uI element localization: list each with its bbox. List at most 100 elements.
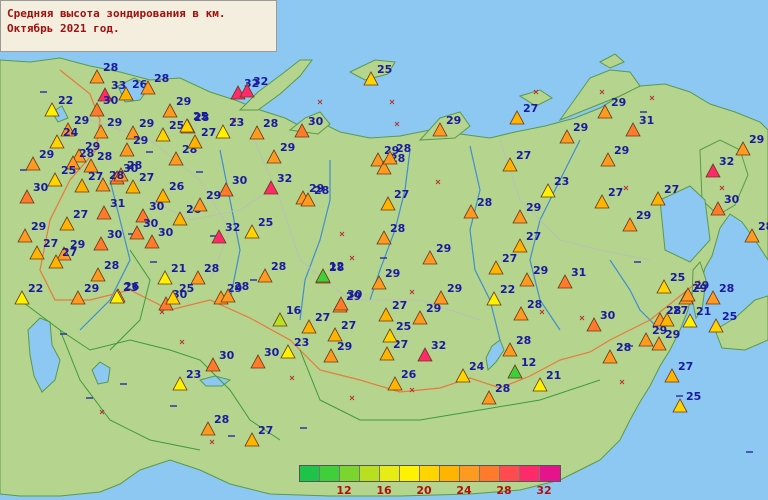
legend-swatch [540, 466, 560, 481]
station-value-label: 27 [315, 311, 330, 324]
station-value-label: 28 [204, 262, 219, 275]
station-value-label: 26 [401, 368, 417, 381]
station-value-label: 25 [377, 63, 392, 76]
station-value-label: 22 [58, 94, 73, 107]
station-value-label: 30 [724, 193, 740, 206]
station-value-label: 32 [431, 339, 446, 352]
station-value-label: 29 [337, 340, 352, 353]
station-value-label: 29 [665, 328, 680, 341]
station-value-label: 12 [329, 260, 344, 273]
station-value-label: 30 [600, 309, 616, 322]
map-subtitle: Октябрь 2021 год. [7, 22, 120, 35]
station-value-label: 30 [33, 181, 49, 194]
legend-swatch [500, 466, 520, 481]
station-value-label: 24 [469, 360, 485, 373]
station-value-label: 27 [394, 188, 409, 201]
station-value-label: 28 [719, 282, 734, 295]
legend-swatch [480, 466, 500, 481]
legend-color-scale [299, 465, 561, 482]
legend-swatch [440, 466, 460, 481]
legend-swatch [300, 466, 320, 481]
station-value-label: 28 [271, 260, 286, 273]
station-value-label: 32 [253, 75, 268, 88]
station-value-label: 27 [516, 149, 531, 162]
map-title: Средняя высота зондирования в км. [7, 7, 226, 20]
station-value-label: 25 [722, 310, 737, 323]
map-title-box: Средняя высота зондирования в км. Октябр… [0, 0, 277, 52]
station-value-label: 29 [446, 114, 461, 127]
station-value-label: 28 [104, 259, 119, 272]
legend-swatch [520, 466, 540, 481]
station-value-label: 28 [516, 334, 531, 347]
station-value-label: 25 [61, 164, 76, 177]
station-value-label: 27 [523, 102, 538, 115]
station-value-label: 30 [158, 226, 174, 239]
legend-swatch [340, 466, 360, 481]
station-value-label: 25 [670, 271, 685, 284]
station-value-label: 21 [546, 369, 561, 382]
legend-swatch [400, 466, 420, 481]
station-value-label: 31 [110, 197, 125, 210]
legend-tick-label: 16 [376, 484, 392, 497]
station-value-label: 27 [664, 183, 679, 196]
legend-tick-label: 12 [336, 484, 352, 497]
station-value-label: 28 [263, 117, 278, 130]
station-value-label: 28 [97, 150, 112, 163]
station-value-label: 24 [63, 126, 79, 139]
station-value-label: 29 [436, 242, 451, 255]
station-value-label: 25 [686, 390, 701, 403]
legend-swatch [360, 466, 380, 481]
station-value-label: 23 [294, 336, 309, 349]
station-value-label: 23 [229, 116, 244, 129]
legend-tick-label: 20 [416, 484, 432, 497]
station-value-label: 29 [573, 121, 588, 134]
station-value-label: 28 [758, 220, 768, 233]
legend-swatch [420, 466, 440, 481]
station-value-label: 27 [678, 360, 693, 373]
station-value-label: 29 [694, 279, 709, 292]
station-value-label: 23 [554, 175, 569, 188]
station-value-label: 27 [608, 186, 623, 199]
legend-tick-labels: 12 16 20 24 28 32 [299, 482, 561, 497]
station-value-label: 21 [171, 262, 186, 275]
station-value-label: 27 [502, 252, 517, 265]
station-value-label: 28 [616, 341, 631, 354]
station-value-label: 28 [103, 61, 118, 74]
station-value-label: 30 [103, 94, 119, 107]
station-value-label: 28 [495, 382, 510, 395]
station-value-label: 27 [392, 299, 407, 312]
station-value-label: 29 [176, 95, 191, 108]
station-value-label: 30 [107, 228, 123, 241]
station-value-label: 29 [614, 144, 629, 157]
station-value-label: 32 [719, 155, 734, 168]
legend-swatch [320, 466, 340, 481]
station-value-label: 27 [139, 171, 154, 184]
station-value-label: 28 [314, 184, 329, 197]
station-value-label: 28 [154, 72, 169, 85]
station-value-label: 23 [186, 368, 201, 381]
station-value-label: 29 [749, 133, 764, 146]
station-value-label: 27 [258, 424, 273, 437]
station-value-label: 28 [396, 142, 411, 155]
station-value-label: 29 [526, 201, 541, 214]
station-value-label: 29 [84, 282, 99, 295]
legend-tick-label: 24 [456, 484, 472, 497]
station-value-label: 28 [214, 413, 229, 426]
station-value-label: 28 [79, 147, 94, 160]
map-canvas[interactable]: 28 33 26 28 32 32 22 30 29 29 29 25 29 28 23 28 25 24 29 28… [0, 0, 768, 500]
station-value-label: 29 [447, 282, 462, 295]
station-value-label: 29 [385, 267, 400, 280]
station-value-label: 30 [149, 200, 165, 213]
station-value-label: 12 [521, 356, 536, 369]
station-value-label: 25 [179, 282, 194, 295]
station-value-label: 28 [477, 196, 492, 209]
station-value-label: 29 [636, 209, 651, 222]
legend-tick-label: 28 [496, 484, 512, 497]
station-value-label: 22 [500, 283, 515, 296]
station-value-label: 31 [571, 266, 586, 279]
legend-swatch [380, 466, 400, 481]
station-value-label: 23 [123, 281, 138, 294]
station-value-label: 30 [264, 346, 280, 359]
station-value-label: 27 [526, 230, 541, 243]
station-value-label: 16 [286, 304, 302, 317]
